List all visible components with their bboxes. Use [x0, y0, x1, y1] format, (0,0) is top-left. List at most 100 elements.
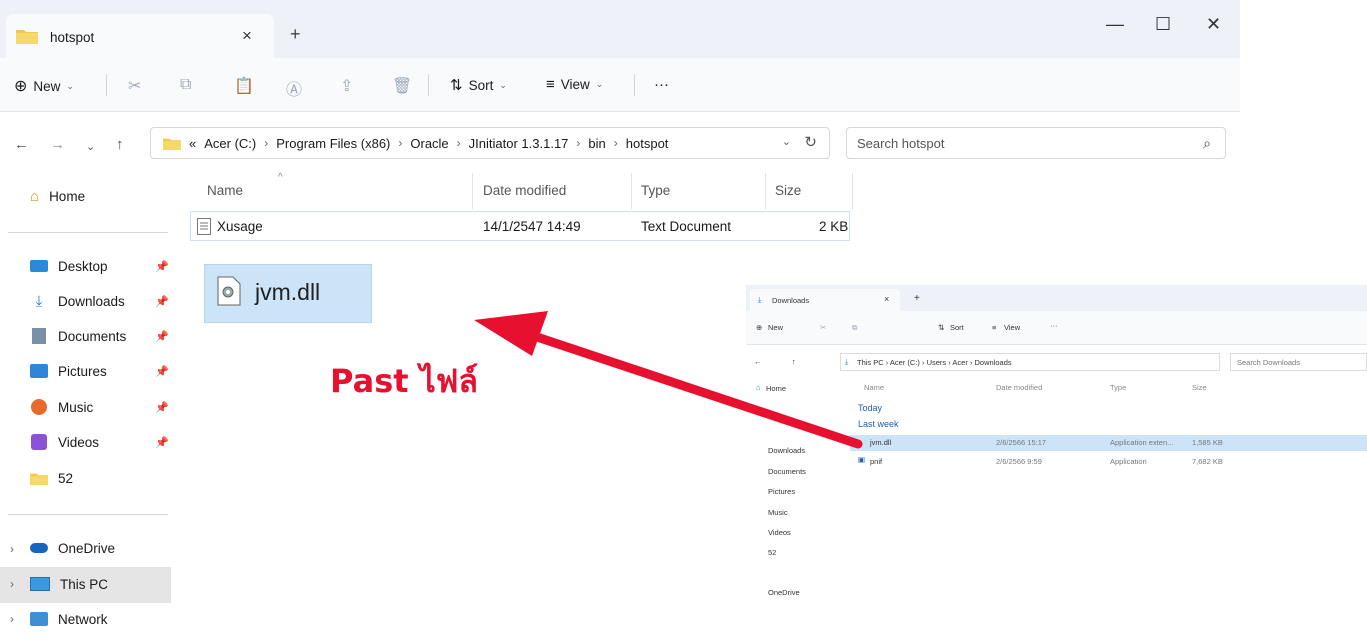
chevron-right-icon: ›	[613, 136, 618, 150]
sidebar-item-videos[interactable]: Videos	[30, 430, 99, 454]
sidebar-item-label: Documents	[58, 328, 127, 344]
inset-side-item: Downloads	[768, 446, 806, 455]
folder-icon	[16, 30, 38, 44]
breadcrumb-item[interactable]: Acer (C:)	[204, 136, 256, 151]
sort-button[interactable]: ⇅ Sort ⌄	[450, 76, 507, 94]
chevron-right-icon[interactable]: ›	[10, 542, 14, 556]
new-tab-button[interactable]: +	[290, 24, 301, 45]
file-date: 14/1/2547 14:49	[483, 219, 581, 234]
app-icon: ▣	[858, 455, 866, 464]
copy-icon[interactable]: ⧉	[180, 76, 191, 94]
column-header-size[interactable]: Size	[775, 183, 801, 198]
delete-icon[interactable]: 🗑	[392, 76, 412, 96]
back-icon[interactable]: ←	[14, 136, 29, 153]
inset-breadcrumb: This PC › Acer (C:) › Users › Acer › Dow…	[857, 358, 1012, 367]
address-bar[interactable]: « Acer (C:) › Program Files (x86) › Oracle…	[150, 127, 830, 159]
pin-icon[interactable]: 📌	[155, 436, 169, 449]
pasted-file-jvm-dll[interactable]: jvm.dll	[204, 264, 372, 323]
sidebar-item-pictures[interactable]: Pictures	[30, 359, 107, 383]
file-type: Text Document	[641, 219, 732, 234]
recent-chevron-icon[interactable]: ⌄	[86, 140, 95, 153]
close-tab-icon[interactable]: ×	[242, 26, 252, 46]
inset-file-name: jvm.dll	[870, 438, 892, 447]
chevron-right-icon[interactable]: ›	[10, 577, 14, 591]
more-options-button[interactable]: ···	[654, 76, 669, 93]
breadcrumb-item[interactable]: bin	[588, 136, 605, 151]
pin-icon[interactable]: 📌	[155, 260, 169, 273]
inset-side-item: OneDrive	[768, 588, 800, 597]
pin-icon[interactable]: 📌	[155, 330, 169, 343]
sidebar-divider	[8, 232, 168, 233]
up-icon[interactable]: ↑	[116, 136, 124, 153]
computer-icon	[30, 577, 50, 591]
inset-side-item: 52	[768, 548, 777, 557]
inset-file-date: 2/6/2566 15:17	[996, 438, 1047, 447]
inset-side-item: Documents	[768, 467, 806, 476]
view-icon: ≡	[546, 76, 555, 93]
share-icon[interactable]: ⇪	[340, 76, 353, 96]
breadcrumb-item[interactable]: JInitiator 1.3.1.17	[469, 136, 569, 151]
column-header-name[interactable]: Name	[207, 183, 243, 198]
home-icon: ⌂	[756, 383, 761, 392]
tab-hotspot[interactable]: hotspot ×	[6, 14, 274, 58]
music-icon	[31, 399, 47, 415]
column-divider	[852, 173, 853, 209]
sidebar-item-music[interactable]: Music	[30, 395, 93, 419]
view-button[interactable]: ≡ View ⌄	[546, 76, 603, 93]
download-icon: ⤓	[845, 357, 849, 366]
sidebar-item-label: Network	[58, 611, 108, 627]
paste-icon[interactable]: 📋	[234, 76, 254, 96]
cut-icon[interactable]: ✂	[128, 76, 141, 96]
forward-icon[interactable]: →	[50, 136, 65, 153]
sort-label: Sort	[468, 77, 494, 93]
inset-col-date: Date modified	[996, 383, 1043, 392]
sidebar-item-home[interactable]: ⌂ Home	[30, 184, 85, 208]
sidebar-item-label: This PC	[60, 576, 109, 592]
chevron-right-icon: ›	[456, 136, 461, 150]
sidebar-item-thispc[interactable]: This PC	[30, 572, 108, 596]
breadcrumb-item[interactable]: hotspot	[626, 136, 669, 151]
new-button[interactable]: ⊕ New ⌄	[14, 76, 74, 96]
chevron-down-icon[interactable]: ⌄	[782, 135, 791, 148]
close-tab-icon: ×	[884, 294, 890, 304]
inset-file-size: 1,585 KB	[1192, 438, 1223, 447]
column-header-type[interactable]: Type	[641, 183, 670, 198]
inset-new-label: New	[768, 323, 784, 332]
maximize-button[interactable]: ☐	[1155, 14, 1171, 35]
sort-ascending-icon: ^	[278, 172, 283, 183]
copy-icon: ⧉	[852, 323, 858, 332]
sidebar-divider	[8, 514, 168, 515]
chevron-right-icon: ›	[576, 136, 581, 150]
inset-file-size: 7,682 KB	[1192, 457, 1223, 466]
inset-title-bar: ⤓ Downloads × +	[746, 285, 1367, 311]
sidebar-item-52[interactable]: 52	[30, 466, 73, 490]
inset-file-date: 2/6/2566 9:59	[996, 457, 1042, 466]
pin-icon[interactable]: 📌	[155, 401, 169, 414]
breadcrumb-item[interactable]: Oracle	[410, 136, 448, 151]
refresh-icon[interactable]: ↻	[804, 133, 817, 151]
navigation-row: ← → ⌄ ↑ « Acer (C:) › Program Files (x86)…	[0, 112, 1240, 170]
search-icon: ⌕	[1203, 135, 1211, 151]
sidebar-item-label: Home	[49, 188, 86, 204]
breadcrumb-item[interactable]: Program Files (x86)	[276, 136, 390, 151]
sidebar-item-desktop[interactable]: Desktop	[30, 254, 108, 278]
inset-search-placeholder: Search Downloads	[1237, 358, 1300, 367]
sidebar-item-onedrive[interactable]: OneDrive	[30, 536, 115, 560]
overflow-chevron[interactable]: «	[189, 136, 196, 151]
sidebar-item-documents[interactable]: Documents	[30, 324, 126, 348]
chevron-right-icon[interactable]: ›	[10, 612, 14, 626]
inset-group-lastweek: Last week	[858, 419, 899, 429]
more-options-icon: ···	[1050, 321, 1058, 330]
rename-icon[interactable]: Ⓐ	[286, 76, 302, 100]
table-row[interactable]: Xusage 14/1/2547 14:49 Text Document 2 K…	[190, 211, 850, 241]
sidebar-item-downloads[interactable]: ⤓ Downloads	[30, 289, 125, 313]
pin-icon[interactable]: 📌	[155, 295, 169, 308]
minimize-button[interactable]: —	[1106, 14, 1124, 35]
search-input[interactable]: Search hotspot ⌕	[846, 127, 1226, 159]
close-window-button[interactable]: ✕	[1206, 14, 1221, 35]
sidebar-item-label: OneDrive	[58, 540, 116, 556]
sidebar-item-network[interactable]: Network	[30, 607, 108, 631]
dll-file-icon	[217, 276, 241, 306]
pin-icon[interactable]: 📌	[155, 365, 169, 378]
column-header-date[interactable]: Date modified	[483, 183, 566, 198]
